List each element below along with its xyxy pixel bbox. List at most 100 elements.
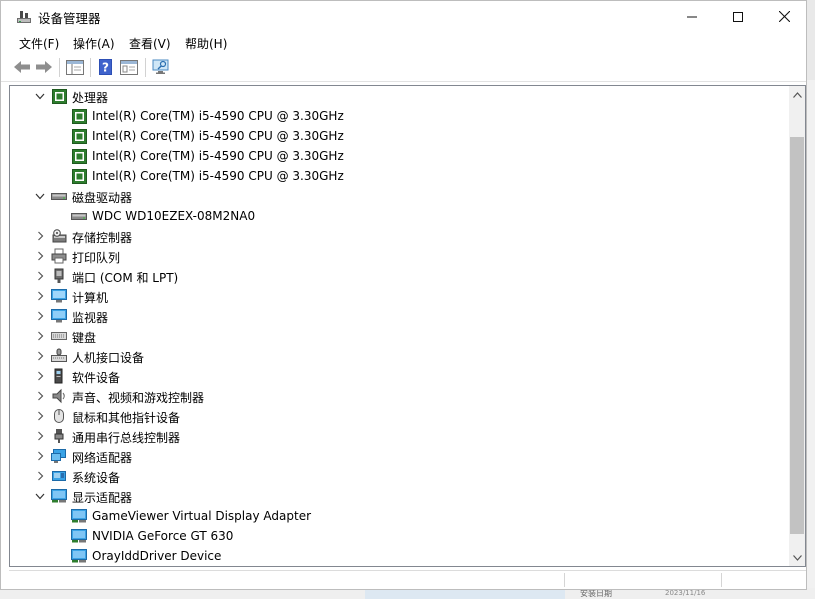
forward-arrow-icon bbox=[36, 61, 52, 73]
processor-icon bbox=[71, 148, 87, 164]
maximize-button[interactable] bbox=[715, 1, 761, 32]
properties-icon bbox=[120, 59, 138, 75]
device-tree[interactable]: 处理器 Intel(R) Core(TM) i5-4590 CPU @ 3.30G… bbox=[9, 85, 806, 567]
chevron-right-icon[interactable] bbox=[32, 268, 48, 284]
device-manager-icon bbox=[16, 9, 32, 25]
display-adapter-icon bbox=[71, 528, 87, 544]
tree-device-item[interactable]: NVIDIA GeForce GT 630 bbox=[10, 526, 780, 546]
toolbar: ? bbox=[1, 54, 806, 82]
processor-icon bbox=[71, 128, 87, 144]
properties-button[interactable] bbox=[119, 58, 139, 76]
usb-icon bbox=[51, 428, 67, 444]
tree-category-printer[interactable]: 打印队列 bbox=[10, 246, 780, 266]
chevron-right-icon[interactable] bbox=[32, 328, 48, 344]
tree-device-item[interactable]: Intel(R) Core(TM) i5-4590 CPU @ 3.30GHz bbox=[10, 146, 780, 166]
monitor-icon bbox=[51, 308, 67, 324]
close-icon bbox=[778, 11, 790, 22]
tree-item-label: OrayIddDriver Device bbox=[92, 549, 222, 563]
chevron-down-icon bbox=[792, 554, 802, 561]
status-bar bbox=[9, 570, 806, 589]
minimize-icon bbox=[687, 16, 697, 17]
chevron-right-icon[interactable] bbox=[32, 368, 48, 384]
toolbar-separator bbox=[145, 58, 146, 77]
tree-device-item[interactable]: Intel(R) Core(TM) i5-4590 CPU @ 3.30GHz bbox=[10, 166, 780, 186]
tree-category-port[interactable]: 端口 (COM 和 LPT) bbox=[10, 266, 780, 286]
display-adapter-icon bbox=[71, 548, 87, 564]
chevron-down-icon[interactable] bbox=[32, 188, 48, 204]
chevron-right-icon[interactable] bbox=[32, 408, 48, 424]
chevron-right-icon[interactable] bbox=[32, 288, 48, 304]
tree-item-label: 键盘 bbox=[72, 331, 97, 345]
tree-category-disk-drive[interactable]: 磁盘驱动器 bbox=[10, 186, 780, 206]
tree-category-storage-controller[interactable]: 存储控制器 bbox=[10, 226, 780, 246]
tree-item-label: 显示适配器 bbox=[72, 491, 133, 505]
processor-icon bbox=[71, 168, 87, 184]
tree-item-label: 软件设备 bbox=[72, 371, 121, 385]
tree-item-label: 网络适配器 bbox=[72, 451, 133, 465]
tree-item-label: 计算机 bbox=[72, 291, 109, 305]
menu-file[interactable]: 文件(F) bbox=[19, 35, 59, 52]
show-hide-console-tree-button[interactable] bbox=[65, 58, 85, 76]
scroll-up-button[interactable] bbox=[789, 86, 805, 103]
system-device-icon bbox=[51, 468, 67, 484]
tree-device-item[interactable]: OrayIddDriver Device bbox=[10, 546, 780, 566]
tree-category-monitor[interactable]: 监视器 bbox=[10, 306, 780, 326]
tree-category-hid[interactable]: 人机接口设备 bbox=[10, 346, 780, 366]
scroll-thumb[interactable] bbox=[790, 137, 804, 534]
chevron-right-icon[interactable] bbox=[32, 468, 48, 484]
forward-button[interactable] bbox=[34, 58, 54, 76]
chevron-right-icon[interactable] bbox=[32, 448, 48, 464]
tree-item-label: Intel(R) Core(TM) i5-4590 CPU @ 3.30GHz bbox=[92, 109, 344, 123]
vertical-scrollbar[interactable] bbox=[789, 86, 805, 566]
menu-action[interactable]: 操作(A) bbox=[73, 35, 115, 52]
close-button[interactable] bbox=[761, 1, 807, 32]
status-bar-divider bbox=[564, 573, 565, 587]
chevron-right-icon[interactable] bbox=[32, 428, 48, 444]
tree-item-label: Intel(R) Core(TM) i5-4590 CPU @ 3.30GHz bbox=[92, 169, 344, 183]
tree-item-label: NVIDIA GeForce GT 630 bbox=[92, 529, 234, 543]
tree-category-speaker[interactable]: 声音、视频和游戏控制器 bbox=[10, 386, 780, 406]
minimize-button[interactable] bbox=[669, 1, 715, 32]
tree-item-label: 磁盘驱动器 bbox=[72, 191, 133, 205]
chevron-right-icon[interactable] bbox=[32, 248, 48, 264]
help-button[interactable]: ? bbox=[96, 58, 116, 76]
tree-category-system-device[interactable]: 系统设备 bbox=[10, 466, 780, 486]
tree-item-label: Intel(R) Core(TM) i5-4590 CPU @ 3.30GHz bbox=[92, 149, 344, 163]
tree-category-mouse[interactable]: 鼠标和其他指针设备 bbox=[10, 406, 780, 426]
tree-category-network-adapter[interactable]: 网络适配器 bbox=[10, 446, 780, 466]
display-adapter-icon bbox=[71, 508, 87, 524]
window-title: 设备管理器 bbox=[38, 11, 101, 26]
maximize-icon bbox=[733, 11, 743, 22]
tree-category-processor[interactable]: 处理器 bbox=[10, 86, 780, 106]
tree-item-label: 人机接口设备 bbox=[72, 351, 145, 365]
disk-drive-icon bbox=[71, 208, 87, 224]
back-button[interactable] bbox=[12, 58, 32, 76]
tree-category-computer[interactable]: 计算机 bbox=[10, 286, 780, 306]
tree-device-item[interactable]: GameViewer Virtual Display Adapter bbox=[10, 506, 780, 526]
chevron-right-icon[interactable] bbox=[32, 348, 48, 364]
title-bar[interactable]: 设备管理器 bbox=[1, 1, 806, 32]
chevron-right-icon[interactable] bbox=[32, 388, 48, 404]
tree-device-item[interactable]: WDC WD10EZEX-08M2NA0 bbox=[10, 206, 780, 226]
chevron-down-icon[interactable] bbox=[32, 88, 48, 104]
menu-help[interactable]: 帮助(H) bbox=[185, 35, 227, 52]
status-bar-divider bbox=[721, 573, 722, 587]
chevron-right-icon[interactable] bbox=[32, 228, 48, 244]
menu-view[interactable]: 查看(V) bbox=[129, 35, 171, 52]
software-device-icon bbox=[51, 368, 67, 384]
chevron-up-icon bbox=[792, 91, 802, 98]
tree-category-usb[interactable]: 通用串行总线控制器 bbox=[10, 426, 780, 446]
tree-device-item[interactable]: Intel(R) Core(TM) i5-4590 CPU @ 3.30GHz bbox=[10, 126, 780, 146]
scan-hardware-changes-button[interactable] bbox=[151, 58, 171, 76]
tree-item-label: 通用串行总线控制器 bbox=[72, 431, 181, 445]
tree-category-software-device[interactable]: 软件设备 bbox=[10, 366, 780, 386]
chevron-down-icon[interactable] bbox=[32, 488, 48, 504]
tree-item-label: 声音、视频和游戏控制器 bbox=[72, 391, 205, 405]
scroll-down-button[interactable] bbox=[789, 549, 805, 566]
tree-category-keyboard[interactable]: 键盘 bbox=[10, 326, 780, 346]
printer-icon bbox=[51, 248, 67, 264]
chevron-right-icon[interactable] bbox=[32, 308, 48, 324]
console-tree-icon bbox=[66, 59, 84, 75]
tree-device-item[interactable]: Intel(R) Core(TM) i5-4590 CPU @ 3.30GHz bbox=[10, 106, 780, 126]
tree-category-display-adapter[interactable]: 显示适配器 bbox=[10, 486, 780, 506]
